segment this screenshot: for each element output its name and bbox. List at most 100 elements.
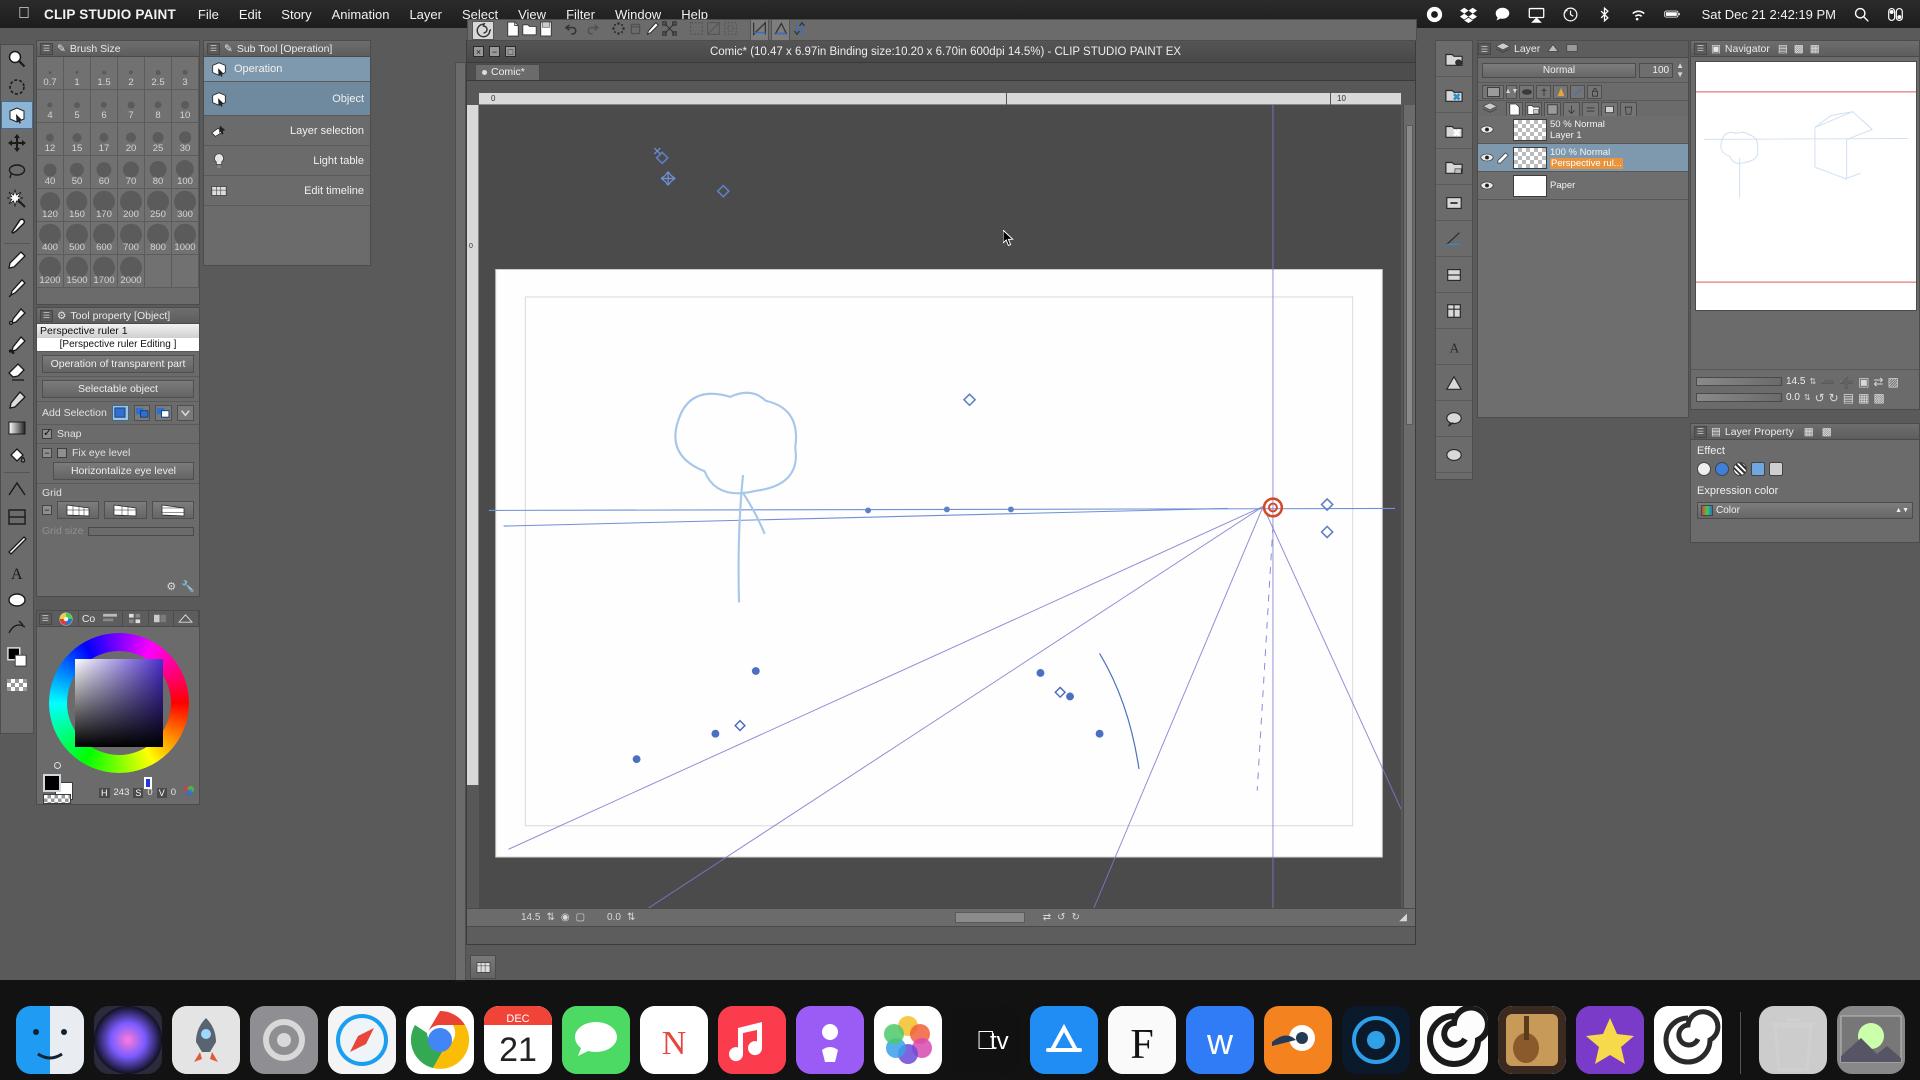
brush-size-cell[interactable]: 170 [91, 189, 118, 222]
rotation-slider[interactable] [1696, 393, 1782, 402]
canvas-preview-strip[interactable] [954, 912, 1025, 923]
menu-animation[interactable]: Animation [332, 7, 390, 22]
navigator-thumbnail[interactable] [1695, 61, 1917, 311]
navigator-grid-icon[interactable]: ▩ [1873, 391, 1884, 405]
zoom-stepper-icon[interactable]: ⇅ [546, 912, 554, 923]
chevron-updown-icon[interactable]: ▲▼ [1895, 507, 1909, 514]
rotate-ccw-icon[interactable]: ↻ [1829, 391, 1839, 405]
new-file-icon[interactable] [506, 21, 520, 40]
fill-bucket-icon[interactable] [628, 21, 643, 39]
brush-tool[interactable] [1, 274, 33, 302]
text-layer-button[interactable]: A [1436, 329, 1472, 365]
layer-property-subtab-2-icon[interactable]: ▩ [1822, 426, 1832, 438]
layer-name-text[interactable]: Perspective rul... [1550, 157, 1623, 169]
brush-size-cell[interactable]: 200 [118, 189, 145, 222]
navigator-subtab-1-icon[interactable]: ▤ [1778, 43, 1788, 55]
rotate-right-icon[interactable]: ↻ [1072, 912, 1080, 923]
brush-size-cell[interactable]: 300 [172, 189, 199, 222]
brush-size-cell[interactable]: 80 [145, 156, 172, 189]
panel-menu-icon[interactable]: ☰ [40, 309, 53, 322]
figure-tool[interactable] [1, 475, 33, 503]
invert-selection-icon[interactable] [723, 21, 738, 39]
lock-transparency-icon[interactable] [1519, 84, 1534, 99]
panel-menu-icon[interactable]: ☰ [207, 42, 220, 55]
layer-name-text[interactable]: Layer 1 [1550, 130, 1582, 141]
magnifier-tool[interactable] [1, 45, 33, 73]
layer-list[interactable]: 50 % Normal Layer 1 100 % Normal Perspectiv… [1478, 116, 1688, 417]
wheel-handle[interactable] [54, 762, 61, 769]
dock-item-clip-studio[interactable] [1653, 1006, 1722, 1074]
navigator-zoom-value[interactable]: 14.5 [1786, 376, 1805, 387]
text-tool[interactable]: A [1, 559, 33, 587]
sub-tool-item-light-table[interactable]: Light table [204, 146, 370, 176]
dock-item-opera-gx[interactable] [1341, 1006, 1410, 1074]
operation-tool[interactable] [1, 101, 33, 129]
dock-item-siri[interactable] [93, 1006, 162, 1074]
paint-icon[interactable] [645, 21, 660, 39]
preset-name[interactable]: Perspective ruler 1 [37, 324, 199, 338]
canvas-titlebar[interactable]: × − □ Comic* (10.47 x 6.97in Binding siz… [467, 41, 1415, 63]
brush-size-cell[interactable]: 25 [145, 123, 172, 156]
dock-item-music[interactable] [717, 1006, 786, 1074]
layer-thumbnail[interactable] [1513, 146, 1547, 169]
tool-wrench-icon[interactable]: 🔧 [181, 580, 195, 593]
dock-item-safari[interactable] [327, 1006, 396, 1074]
brush-size-cell[interactable]: 2000 [118, 255, 145, 288]
panel-menu-icon[interactable]: ☰ [39, 612, 52, 625]
rotate-tool[interactable] [1, 73, 33, 101]
brush-size-cell[interactable]: 400 [37, 222, 64, 255]
brush-size-cell[interactable]: 600 [91, 222, 118, 255]
navigator-subtab-3-icon[interactable]: ▦ [1810, 43, 1820, 55]
flip-horizontal-icon[interactable]: ⇄ [1043, 912, 1051, 923]
rotation-value[interactable]: 0.0 [607, 912, 621, 923]
sub-tool-group-operation[interactable]: Operation [204, 57, 370, 82]
dropbox-icon[interactable] [1459, 6, 1477, 23]
brush-size-cell[interactable]: 2.5 [145, 57, 172, 90]
effect-none-icon[interactable] [1697, 462, 1711, 476]
dock-item-garageband[interactable] [1497, 1006, 1566, 1074]
brush-size-cell[interactable]: 1.5 [91, 57, 118, 90]
hsv-h-value[interactable]: 243 [114, 787, 130, 798]
close-button[interactable]: × [473, 46, 484, 57]
brush-size-cell[interactable]: 150 [64, 189, 91, 222]
dock-item-launchpad[interactable] [171, 1006, 240, 1074]
square-handle[interactable] [144, 777, 152, 789]
brush-size-cell[interactable]: 30 [172, 123, 199, 156]
opacity-stepper-icon[interactable]: ▲ ▼ [1676, 61, 1684, 79]
zoom-fit-icon[interactable]: ◉ [561, 912, 570, 923]
airplay-icon[interactable] [1528, 6, 1545, 23]
sub-tool-item-object[interactable]: Object [204, 82, 370, 116]
brush-size-cell[interactable]: 10 [172, 90, 199, 123]
canvas-drawing-area[interactable] [479, 105, 1401, 908]
layer-folder-button[interactable] [1436, 149, 1472, 185]
pencil-tool[interactable] [1, 246, 33, 274]
effect-color-icon[interactable] [1751, 462, 1765, 476]
blend-mode-select[interactable]: Normal [1482, 62, 1637, 78]
grid-size-slider[interactable] [88, 526, 194, 536]
brush-size-cell[interactable]: 1 [64, 57, 91, 90]
fix-eye-level-checkbox[interactable] [57, 448, 67, 458]
snap-row[interactable]: Snap [37, 424, 199, 443]
search-icon[interactable] [1853, 6, 1870, 23]
perspective-snap-icon[interactable] [771, 19, 790, 41]
undo-icon[interactable] [564, 22, 581, 38]
layer-visibility-icon[interactable] [1478, 125, 1495, 134]
document-tab-comic[interactable]: Comic* [475, 64, 540, 80]
zoom-value[interactable]: 14.5 [521, 912, 540, 923]
layer-edit-icon[interactable] [1495, 151, 1510, 164]
dock-item-apple-tv[interactable]: tv [951, 1006, 1020, 1074]
collapse-icon[interactable]: − [42, 448, 52, 458]
dock-item-app-store[interactable] [1029, 1006, 1098, 1074]
dock-item-image-thumbnail[interactable] [1836, 1006, 1905, 1074]
brush-size-cell[interactable]: 5 [64, 90, 91, 123]
merge-layer-button[interactable] [1436, 77, 1472, 113]
brush-size-cell[interactable]: 20 [118, 123, 145, 156]
zoom-out-icon[interactable]: ➖ [1820, 375, 1835, 389]
fill-tool[interactable] [1, 442, 33, 470]
maximize-button[interactable]: □ [505, 46, 516, 57]
transparent-color-icon[interactable] [1, 671, 33, 699]
more-layers-button[interactable] [1436, 437, 1472, 473]
fix-eye-level-row[interactable]: − Fix eye level [37, 443, 199, 462]
color-slider-tab[interactable] [98, 611, 124, 626]
effect-tone-icon[interactable] [1733, 462, 1747, 476]
